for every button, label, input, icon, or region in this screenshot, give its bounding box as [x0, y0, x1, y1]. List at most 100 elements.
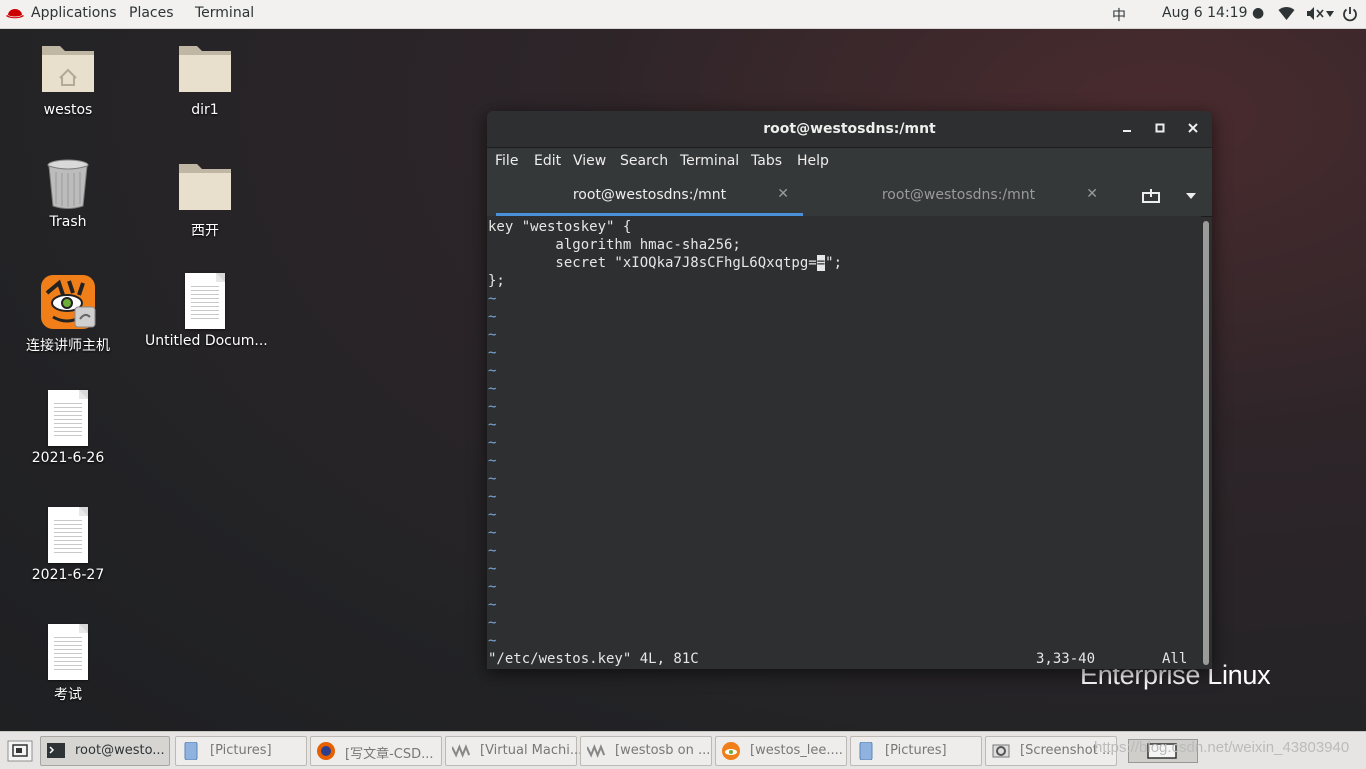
wifi-icon[interactable]	[1278, 6, 1295, 21]
file-manager-icon	[859, 742, 873, 760]
desktop-icon-label: westos	[43, 102, 93, 118]
maximize-icon	[1155, 123, 1165, 133]
menu-edit[interactable]: Edit	[534, 153, 561, 169]
taskbar-item-label: root@westo...	[75, 743, 165, 758]
terminal-scrollbar[interactable]	[1203, 221, 1209, 665]
vim-tilde-line: ~	[488, 561, 497, 577]
vim-line-3: secret "xIOQka7J8sCFhgL6Qxqtpg==";	[488, 254, 842, 272]
volume-muted-icon[interactable]	[1306, 6, 1324, 21]
text-cursor: =	[816, 255, 826, 271]
terminal-app-menu[interactable]: Terminal	[195, 5, 254, 21]
vim-line-3-tail: ";	[825, 255, 843, 271]
desktop-icon-westos[interactable]: westos	[8, 40, 128, 118]
vim-tilde-line: ~	[488, 435, 497, 451]
close-button[interactable]	[1184, 120, 1202, 138]
desktop-icon-label: Trash	[49, 214, 87, 230]
terminal-screen[interactable]: key "westoskey" { algorithm hmac-sha256;…	[487, 216, 1201, 669]
vim-line-1: key "westoskey" {	[488, 219, 632, 235]
menu-terminal[interactable]: Terminal	[680, 153, 739, 169]
folder-icon	[179, 164, 231, 210]
power-icon[interactable]	[1342, 6, 1358, 22]
desktop-icon-2021-6-27[interactable]: 2021-6-27	[8, 507, 128, 583]
desktop-icon-connect-teacher[interactable]: 连接讲师主机	[8, 273, 128, 355]
vim-tilde-line: ~	[488, 327, 497, 343]
vim-tilde-line: ~	[488, 579, 497, 595]
taskbar-item-westosb[interactable]: [westosb on ...	[580, 736, 712, 766]
tab-label: root@westosdns:/mnt	[572, 187, 727, 203]
desktop-icon-dir1[interactable]: dir1	[145, 40, 265, 118]
desktop-icon-2021-6-26[interactable]: 2021-6-26	[8, 390, 128, 466]
applications-menu[interactable]: Applications	[31, 5, 117, 21]
close-tab-icon[interactable]: ✕	[1086, 186, 1098, 202]
terminal-tabbar: root@westosdns:/mnt ✕ root@westosdns:/mn…	[487, 176, 1212, 217]
desktop-icon-label: 考试	[54, 687, 82, 703]
taskbar-item-label: [Pictures]	[885, 743, 947, 758]
vim-tilde-line: ~	[488, 309, 497, 325]
document-icon	[48, 624, 88, 680]
arrow-down-icon[interactable]	[1326, 11, 1334, 17]
document-icon	[185, 273, 225, 329]
menu-tabs[interactable]: Tabs	[751, 153, 782, 169]
taskbar-item-firefox[interactable]: [写文章-CSD...	[310, 736, 442, 766]
vim-tilde-line: ~	[488, 381, 497, 397]
vim-tilde-line: ~	[488, 471, 497, 487]
terminal-icon	[47, 743, 65, 758]
menu-help[interactable]: Help	[797, 153, 829, 169]
maximize-button[interactable]	[1151, 120, 1169, 138]
desktop-icon-exam[interactable]: 考试	[8, 624, 128, 704]
virt-manager-icon	[587, 744, 605, 758]
tab-label: root@westosdns:/mnt	[881, 187, 1036, 203]
desktop-icon-untitled-document[interactable]: Untitled Docum...	[145, 273, 268, 349]
vim-status-file: "/etc/westos.key" 4L, 81C	[488, 651, 699, 667]
tab-1[interactable]: root@westosdns:/mnt ✕	[496, 176, 803, 216]
taskbar-item-pictures-2[interactable]: [Pictures]	[850, 736, 982, 766]
terminal-menubar: File Edit View Search Terminal Tabs Help	[487, 148, 1212, 176]
desktop-icon-folder-xikai[interactable]: 西开	[145, 158, 265, 240]
watermark-text: https://blog.csdn.net/weixin_43803940	[1094, 739, 1350, 756]
vim-status-position: 3,33-40	[1036, 651, 1096, 667]
desktop-icon-trash[interactable]: Trash	[8, 158, 128, 230]
minimize-icon	[1123, 130, 1131, 132]
document-icon	[48, 507, 88, 563]
terminal-window[interactable]: root@westosdns:/mnt File Edit View Searc…	[487, 111, 1212, 669]
document-icon	[48, 390, 88, 446]
vim-tilde-line: ~	[488, 597, 497, 613]
taskbar-item-virtual-machine[interactable]: [Virtual Machi...	[445, 736, 582, 766]
new-tab-icon[interactable]	[1142, 188, 1160, 204]
close-icon	[1188, 123, 1198, 133]
home-folder-icon	[42, 46, 94, 92]
vim-line-4: };	[488, 273, 505, 289]
desktop-icon-label: 2021-6-27	[31, 567, 105, 583]
menu-view[interactable]: View	[573, 153, 606, 169]
places-menu[interactable]: Places	[129, 5, 174, 21]
taskbar-item-westos-lee[interactable]: [westos_lee....	[715, 736, 847, 766]
taskbar-item-terminal[interactable]: root@westo...	[40, 736, 170, 766]
vim-tilde-line: ~	[488, 525, 497, 541]
vim-tilde-line: ~	[488, 543, 497, 559]
virt-manager-icon	[452, 744, 470, 758]
input-method-indicator[interactable]: 中	[1112, 5, 1126, 25]
tab-menu-dropdown-icon[interactable]	[1186, 193, 1196, 199]
file-manager-icon	[184, 742, 198, 760]
taskbar-item-label: [Pictures]	[210, 743, 272, 758]
taskbar-item-pictures-1[interactable]: [Pictures]	[175, 736, 307, 766]
desktop-icon-label: 连接讲师主机	[26, 338, 110, 354]
close-tab-icon[interactable]: ✕	[777, 186, 789, 202]
menu-search[interactable]: Search	[620, 153, 668, 169]
desktop-icon-label: 2021-6-26	[31, 450, 105, 466]
vncviewer-icon	[41, 275, 96, 329]
vim-tilde-line: ~	[488, 399, 497, 415]
minimize-button[interactable]	[1118, 120, 1136, 138]
vim-tilde-line: ~	[488, 363, 497, 379]
taskbar-item-label: [westosb on ...	[615, 743, 711, 758]
menu-file[interactable]: File	[495, 153, 518, 169]
vim-tilde-line: ~	[488, 489, 497, 505]
terminal-titlebar[interactable]: root@westosdns:/mnt	[487, 111, 1212, 148]
redhat-icon	[6, 9, 24, 19]
vim-tilde-line: ~	[488, 291, 497, 307]
folder-icon	[179, 46, 231, 92]
screenshot-icon	[992, 744, 1010, 758]
tab-2[interactable]: root@westosdns:/mnt ✕	[805, 176, 1112, 216]
clock[interactable]: Aug 6 14:19 ●	[1162, 5, 1264, 21]
show-desktop-icon[interactable]	[7, 740, 33, 762]
